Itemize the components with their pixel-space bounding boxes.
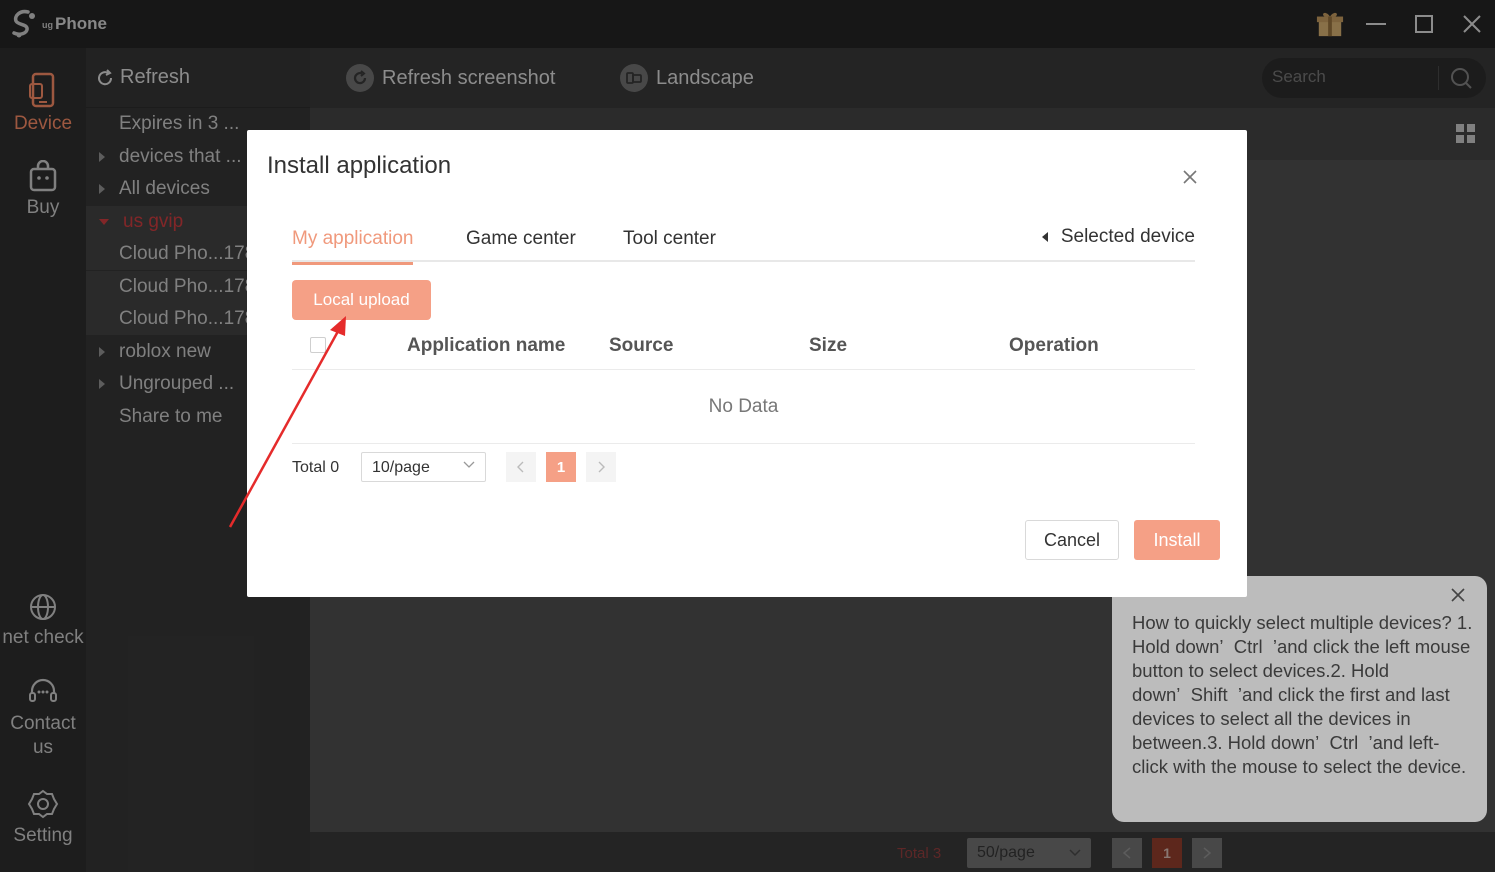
empty-state: No Data <box>292 370 1195 444</box>
tab-tool-center[interactable]: Tool center <box>623 228 716 262</box>
selected-device-toggle[interactable]: Selected device <box>1041 226 1195 248</box>
local-upload-button[interactable]: Local upload <box>292 280 431 320</box>
dialog-title: Install application <box>267 152 452 179</box>
app-page-size-value: 10/page <box>372 459 430 476</box>
tab-my-application[interactable]: My application <box>292 228 414 265</box>
col-application-name: Application name <box>407 335 566 356</box>
close-tip-icon[interactable] <box>1451 588 1465 602</box>
chevron-left-icon <box>517 461 524 473</box>
app-page-size-select[interactable]: 10/page <box>361 452 486 482</box>
multi-select-tip: How to quickly select multiple devices? … <box>1112 576 1487 822</box>
app-table-header: Application name Source Size Operation <box>292 322 1195 370</box>
close-dialog-icon[interactable] <box>1181 168 1199 186</box>
caret-left-icon <box>1041 232 1048 242</box>
select-all-checkbox[interactable] <box>310 337 326 353</box>
tip-text: How to quickly select multiple devices? … <box>1132 612 1473 777</box>
cancel-button[interactable]: Cancel <box>1025 520 1119 560</box>
app-source-tabs: My application Game center Tool center S… <box>292 222 1195 265</box>
col-source: Source <box>609 335 674 356</box>
app-total: Total 0 <box>292 459 340 476</box>
app-next-page-button[interactable] <box>586 452 616 482</box>
app-prev-page-button[interactable] <box>506 452 536 482</box>
col-operation: Operation <box>1009 335 1099 356</box>
app-current-page[interactable]: 1 <box>546 452 576 482</box>
chevron-right-icon <box>598 461 605 473</box>
install-button[interactable]: Install <box>1134 520 1220 560</box>
tab-game-center[interactable]: Game center <box>466 228 576 262</box>
install-application-dialog: Install application My application Game … <box>247 130 1247 597</box>
selected-device-label: Selected device <box>1060 226 1195 247</box>
app-pagination: Total 0 10/page 1 <box>292 452 1195 484</box>
chevron-down-icon <box>463 461 475 468</box>
col-size: Size <box>809 335 848 356</box>
